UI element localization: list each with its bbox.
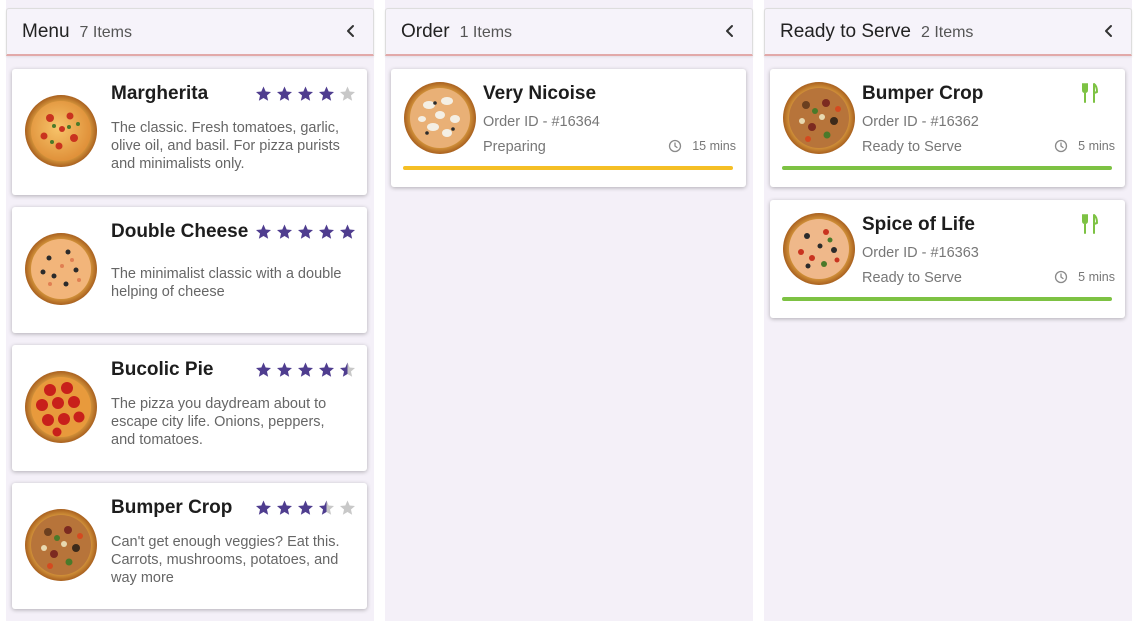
menu-item-description: The pizza you daydream about to escape c… (111, 396, 327, 448)
order-card[interactable]: Bumper Crop Order ID - #16362 Ready to S… (770, 69, 1125, 187)
menu-item-description: The classic. Fresh tomatoes, garlic, oli… (111, 120, 340, 172)
chevron-left-icon[interactable] (722, 22, 738, 40)
menu-item-name: Double Cheese (111, 221, 249, 242)
menu-item-name: Margherita (111, 83, 209, 104)
order-item-name: Spice of Life (862, 214, 975, 235)
item-count: 1 Items (459, 23, 513, 41)
star-icon (275, 361, 294, 379)
star-icon (338, 223, 357, 241)
order-column-header: Order 1 Items (385, 8, 753, 56)
status-progress-bar (782, 297, 1112, 301)
star-icon (296, 85, 315, 103)
order-column: Order 1 Items Very Nicoise Order ID - #1… (385, 0, 753, 621)
fork-knife-icon (1082, 83, 1098, 103)
menu-item-card[interactable]: Margherita The classic. Fresh tomatoes, … (12, 69, 367, 195)
pizza-image (25, 509, 97, 581)
clock-icon (1055, 270, 1068, 284)
status-progress-bar (782, 166, 1112, 170)
chevron-left-icon[interactable] (343, 22, 359, 40)
order-id: Order ID - #16363 (862, 245, 979, 261)
star-icon (254, 499, 273, 517)
order-id: Order ID - #16362 (862, 114, 979, 130)
star-icon (275, 85, 294, 103)
pizza-image (25, 233, 97, 305)
star-icon (317, 499, 336, 517)
star-icon (317, 223, 336, 241)
star-icon (296, 223, 315, 241)
pizza-image (783, 213, 855, 285)
star-icon (275, 499, 294, 517)
order-status: Preparing (483, 139, 546, 155)
star-icon (254, 361, 273, 379)
pizza-image (404, 82, 476, 154)
menu-item-name: Bucolic Pie (111, 359, 214, 380)
ready-column-header: Ready to Serve 2 Items (764, 8, 1132, 56)
star-icon (317, 361, 336, 379)
star-icon (338, 361, 357, 379)
order-item-name: Bumper Crop (862, 83, 984, 104)
order-time: 15 mins (668, 139, 736, 153)
clock-icon (669, 139, 682, 153)
column-title: Order (401, 20, 450, 42)
menu-column: Menu 7 Items Margherita The classic. Fre… (6, 0, 374, 621)
order-time: 5 mins (1054, 139, 1115, 153)
order-status: Ready to Serve (862, 270, 962, 286)
star-icon (296, 499, 315, 517)
column-title: Menu (22, 20, 70, 42)
order-id: Order ID - #16364 (483, 114, 600, 130)
star-icon (338, 499, 357, 517)
star-icon (317, 85, 336, 103)
star-icon (338, 85, 357, 103)
order-item-name: Very Nicoise (483, 83, 597, 104)
ready-column: Ready to Serve 2 Items Bumper Crop Order… (764, 0, 1132, 621)
order-time: 5 mins (1054, 270, 1115, 284)
time-estimate: 5 mins (1078, 139, 1115, 153)
pizza-image (783, 82, 855, 154)
pizza-image (25, 371, 97, 443)
star-rating (254, 499, 357, 517)
menu-item-name: Bumper Crop (111, 497, 233, 518)
order-card[interactable]: Spice of Life Order ID - #16363 Ready to… (770, 200, 1125, 318)
item-count: 7 Items (79, 23, 132, 41)
menu-item-card[interactable]: Bucolic Pie The pizza you daydream about… (12, 345, 367, 471)
star-icon (296, 361, 315, 379)
menu-item-card[interactable]: Bumper Crop Can't get enough veggies? Ea… (12, 483, 367, 609)
time-estimate: 5 mins (1078, 270, 1115, 284)
star-rating (254, 85, 357, 103)
menu-item-description: Can't get enough veggies? Eat this. Carr… (111, 534, 340, 586)
column-title: Ready to Serve (780, 20, 911, 42)
item-count: 2 Items (920, 23, 974, 41)
menu-column-header: Menu 7 Items (6, 8, 374, 56)
order-status: Ready to Serve (862, 139, 962, 155)
time-estimate: 15 mins (692, 139, 736, 153)
star-icon (254, 85, 273, 103)
pizza-image (25, 95, 97, 167)
star-icon (275, 223, 294, 241)
menu-item-description: The minimalist classic with a double hel… (111, 266, 342, 300)
chevron-left-icon[interactable] (1101, 22, 1117, 40)
star-icon (254, 223, 273, 241)
fork-knife-icon (1082, 214, 1098, 234)
clock-icon (1055, 139, 1068, 153)
order-card[interactable]: Very Nicoise Order ID - #16364 Preparing… (391, 69, 746, 187)
menu-item-card[interactable]: Double Cheese The minimalist classic wit… (12, 207, 367, 333)
status-progress-bar (403, 166, 733, 170)
star-rating (254, 223, 357, 241)
star-rating (254, 361, 357, 379)
